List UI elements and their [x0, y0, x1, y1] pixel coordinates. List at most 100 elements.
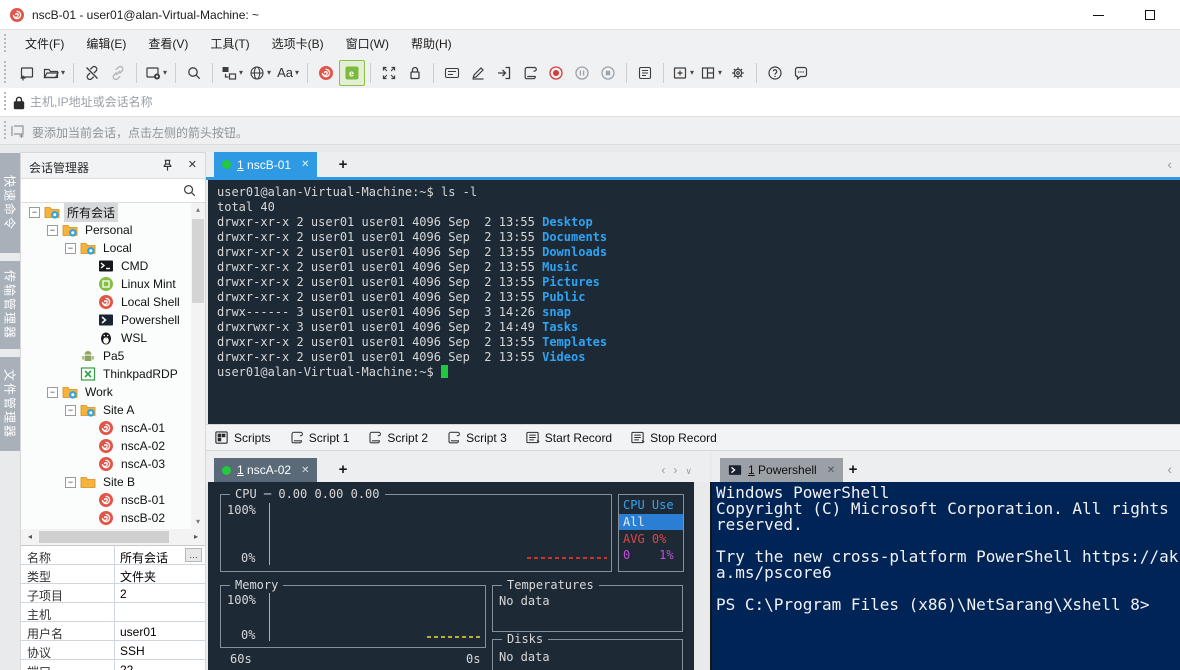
tab-nsca-02[interactable]: 1 nscA-02 ✕ — [214, 458, 317, 482]
scrollbar-thumb[interactable] — [192, 219, 204, 303]
xshell-button[interactable] — [313, 60, 339, 86]
close-tab-icon[interactable]: ✕ — [827, 465, 835, 476]
tree-item-local-shell[interactable]: Local Shell — [21, 293, 191, 311]
compose-bar-button[interactable] — [439, 60, 465, 86]
help-button[interactable] — [762, 60, 788, 86]
start-record-button[interactable]: Start Record — [525, 430, 612, 445]
menu-help[interactable]: 帮助(H) — [400, 31, 463, 56]
infobar-grip[interactable] — [4, 121, 7, 140]
close-panel-icon[interactable]: ✕ — [188, 158, 197, 171]
menu-file[interactable]: 文件(F) — [14, 31, 75, 56]
properties-button[interactable] — [632, 60, 658, 86]
powershell-terminal[interactable]: Windows PowerShell Copyright (C) Microso… — [712, 482, 1180, 670]
menubar-grip[interactable] — [4, 34, 7, 53]
scrollbar-thumb[interactable] — [39, 531, 169, 543]
highlight-button[interactable] — [465, 60, 491, 86]
tile-layout-button[interactable]: ▾ — [697, 60, 725, 86]
sidebar-tab-transfer-manager[interactable]: 传输管理器 — [0, 261, 20, 349]
xftp-button[interactable] — [339, 60, 365, 86]
tab-scroll-left-icon[interactable]: ‹ — [1167, 461, 1172, 477]
script-2-button[interactable]: Script 2 — [367, 430, 428, 445]
new-session-button[interactable] — [14, 60, 40, 86]
new-tab-plus-button[interactable]: + — [334, 156, 352, 174]
collapse-icon[interactable]: − — [47, 225, 58, 236]
tab-scroll-left-icon[interactable]: ‹ — [1167, 156, 1172, 172]
find-button[interactable] — [181, 60, 207, 86]
tree-item-nscb-01[interactable]: nscB-01 — [21, 491, 191, 509]
tree-horizontal-scrollbar[interactable]: ◂ ▸ — [21, 529, 205, 545]
scroll-right-icon[interactable]: ▸ — [189, 529, 203, 545]
record-button[interactable] — [543, 60, 569, 86]
sidebar-tab-quick-commands[interactable]: 快速命令 — [0, 153, 20, 253]
cpu-legend-all[interactable]: All — [619, 514, 683, 530]
settings-button[interactable] — [725, 60, 751, 86]
reconnect-button[interactable] — [105, 60, 131, 86]
toolbar-grip[interactable] — [4, 61, 7, 84]
tab-menu-icon[interactable]: ∨ — [685, 466, 700, 476]
tree-vertical-scrollbar[interactable]: ▴ ▾ — [191, 203, 205, 529]
tab-nscb-01[interactable]: 1 nscB-01 ✕ — [214, 152, 317, 177]
more-button[interactable]: … — [185, 548, 202, 562]
script-3-button[interactable]: Script 3 — [446, 430, 507, 445]
session-search-box[interactable] — [21, 179, 205, 203]
maximize-button[interactable] — [1128, 0, 1172, 30]
menu-edit[interactable]: 编辑(E) — [75, 31, 137, 56]
tree-item-personal[interactable]: −Personal — [21, 221, 191, 239]
menu-window[interactable]: 窗口(W) — [335, 31, 400, 56]
scripts-menu-button[interactable]: Scripts — [214, 430, 271, 445]
tree-item-powershell[interactable]: Powershell — [21, 311, 191, 329]
new-window-button[interactable]: ▾ — [142, 60, 170, 86]
tree-item-work[interactable]: −Work — [21, 383, 191, 401]
tree-item-nsca-03[interactable]: nscA-03 — [21, 455, 191, 473]
fullscreen-button[interactable] — [376, 60, 402, 86]
font-button[interactable]: Aa▾ — [274, 60, 302, 86]
file-transfer-button[interactable]: ▾ — [218, 60, 246, 86]
collapse-icon[interactable]: − — [29, 207, 40, 218]
addressbar-grip[interactable] — [4, 92, 7, 112]
collapse-icon[interactable]: − — [65, 477, 76, 488]
scroll-down-icon[interactable]: ▾ — [191, 515, 205, 529]
stop-record-button[interactable] — [595, 60, 621, 86]
tree-item-local[interactable]: −Local — [21, 239, 191, 257]
sidebar-tab-file-manager[interactable]: 文件管理器 — [0, 357, 20, 451]
minimize-button[interactable] — [1076, 0, 1120, 30]
tree-item-pa5[interactable]: Pa5 — [21, 347, 191, 365]
scroll-left-icon[interactable]: ◂ — [23, 529, 37, 545]
close-tab-icon[interactable]: ✕ — [301, 465, 309, 476]
tree-item-nscb-02[interactable]: nscB-02 — [21, 509, 191, 527]
tree-item-nsca-02[interactable]: nscA-02 — [21, 437, 191, 455]
lock-screen-button[interactable] — [402, 60, 428, 86]
menu-tab[interactable]: 选项卡(B) — [261, 31, 335, 56]
collapse-icon[interactable]: − — [65, 405, 76, 416]
new-tab-button[interactable]: ▾ — [669, 60, 697, 86]
tree-item-site-b[interactable]: −Site B — [21, 473, 191, 491]
collapse-icon[interactable]: − — [65, 243, 76, 254]
scroll-up-icon[interactable]: ▴ — [191, 203, 205, 217]
system-monitor-pane[interactable]: CPU ─ 0.00 0.00 0.00 100% 0% CPU Use All… — [208, 482, 694, 670]
menu-view[interactable]: 查看(V) — [137, 31, 199, 56]
tab-scroll-left-icon[interactable]: ‹ — [661, 463, 673, 477]
tree-item-cmd[interactable]: CMD — [21, 257, 191, 275]
tree-item-linux-mint[interactable]: Linux Mint — [21, 275, 191, 293]
new-tab-plus-button[interactable]: + — [334, 461, 352, 479]
menu-tools[interactable]: 工具(T) — [199, 31, 260, 56]
stop-record-button[interactable]: Stop Record — [630, 430, 717, 445]
tree-item-all-sessions[interactable]: −所有会话 — [21, 203, 191, 221]
pause-record-button[interactable] — [569, 60, 595, 86]
tree-item-wsl[interactable]: WSL — [21, 329, 191, 347]
terminal-output[interactable]: user01@alan-Virtual-Machine:~$ ls -l tot… — [208, 180, 1180, 424]
feedback-button[interactable] — [788, 60, 814, 86]
tab-scroll-right-icon[interactable]: › — [673, 463, 685, 477]
login-script-button[interactable] — [491, 60, 517, 86]
close-tab-icon[interactable]: ✕ — [301, 159, 309, 170]
new-tab-plus-button[interactable]: + — [844, 461, 862, 479]
web-button[interactable]: ▾ — [246, 60, 274, 86]
host-input[interactable] — [30, 91, 1130, 113]
tree-item-site-a[interactable]: −Site A — [21, 401, 191, 419]
pin-icon[interactable] — [160, 158, 175, 173]
script-1-button[interactable]: Script 1 — [289, 430, 350, 445]
run-script-button[interactable] — [517, 60, 543, 86]
tab-powershell[interactable]: 1 Powershell ✕ — [720, 458, 843, 482]
open-session-button[interactable]: ▾ — [40, 60, 68, 86]
tree-item-thinkpadrdp[interactable]: ThinkpadRDP — [21, 365, 191, 383]
